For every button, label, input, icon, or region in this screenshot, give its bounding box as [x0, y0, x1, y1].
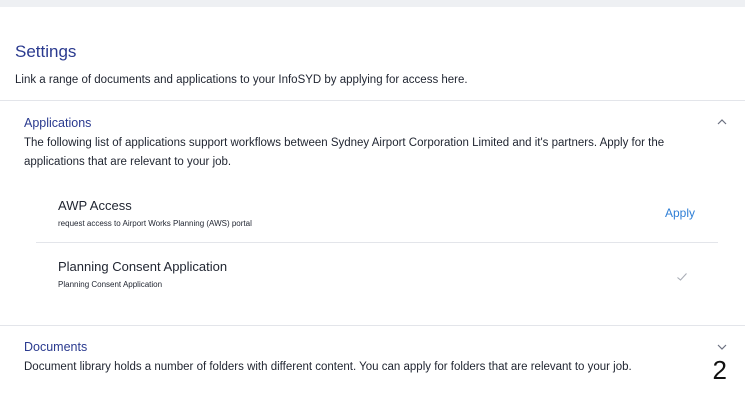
row-divider — [36, 242, 718, 243]
application-subtitle: request access to Airport Works Planning… — [58, 219, 252, 228]
application-row-awp-access: AWP Access request access to Airport Wor… — [36, 195, 718, 242]
applications-section-description: The following list of applications suppo… — [24, 137, 665, 168]
chevron-down-icon[interactable] — [715, 340, 729, 354]
section-divider — [0, 100, 745, 101]
top-bar — [0, 0, 745, 7]
applications-section-title[interactable]: Applications — [24, 116, 91, 130]
apply-button[interactable]: Apply — [665, 206, 695, 220]
application-name: AWP Access — [58, 198, 132, 213]
application-subtitle: Planning Consent Application — [58, 280, 163, 289]
chevron-up-icon[interactable] — [715, 115, 729, 129]
settings-page: Settings Link a range of documents and a… — [0, 7, 745, 394]
page-number: 2 — [712, 355, 727, 385]
application-name: Planning Consent Application — [58, 259, 228, 274]
page-description: Link a range of documents and applicatio… — [15, 74, 468, 86]
section-divider — [0, 325, 745, 326]
page-title: Settings — [15, 42, 77, 61]
application-row-planning-consent: Planning Consent Application Planning Co… — [36, 254, 718, 304]
check-icon — [676, 269, 688, 281]
documents-section-description: Document library holds a number of folde… — [24, 361, 632, 373]
documents-section-title[interactable]: Documents — [24, 340, 87, 354]
